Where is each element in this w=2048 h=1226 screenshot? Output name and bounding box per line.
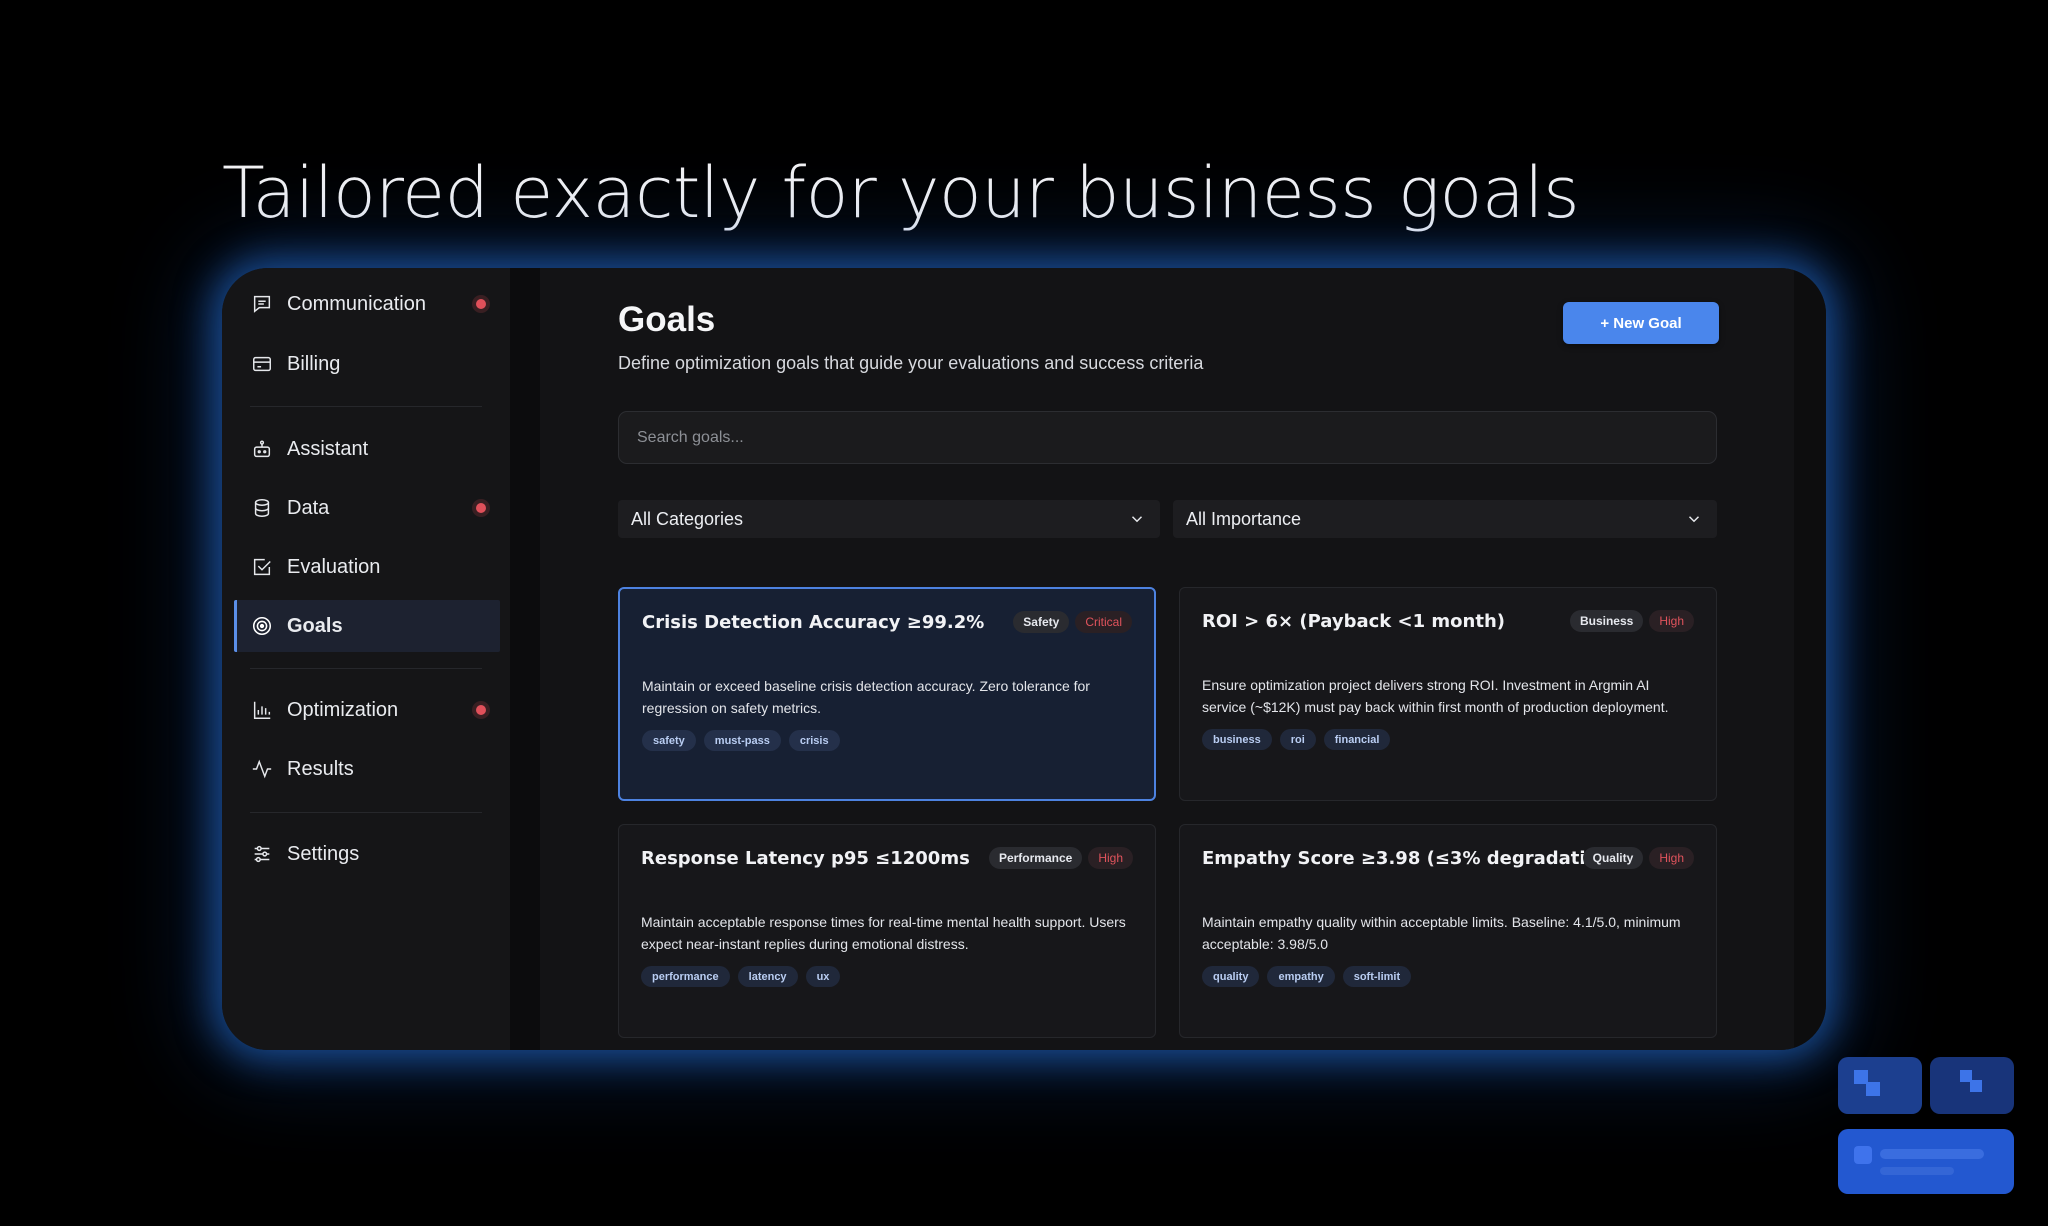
- decorative-tile: [1838, 1057, 1922, 1114]
- goal-tag: business: [1202, 729, 1272, 750]
- goal-tag: performance: [641, 966, 730, 987]
- pixel-block: [1866, 1082, 1880, 1096]
- pixel-block: [1970, 1080, 1982, 1092]
- category-badge: Quality: [1582, 847, 1644, 869]
- decorative-tile: [1838, 1129, 2014, 1194]
- importance-badge: High: [1649, 610, 1694, 632]
- goal-title: ROI > 6× (Payback <1 month): [1202, 611, 1506, 632]
- goal-tag: roi: [1279, 729, 1316, 750]
- app-window: Communication Billing Assistant Data Eva…: [222, 268, 1826, 1050]
- importance-badge: Critical: [1075, 611, 1132, 633]
- decorative-tile: [1930, 1057, 2014, 1114]
- chevron-down-icon: [1131, 516, 1143, 523]
- right-gutter: [1794, 268, 1826, 1050]
- category-badge: Performance: [988, 847, 1083, 869]
- pixel-block: [1854, 1146, 1872, 1164]
- category-select-value: All Categories: [631, 508, 744, 529]
- importance-badge: High: [1649, 847, 1694, 869]
- goal-tag: quality: [1202, 966, 1260, 987]
- category-badge: Safety: [1013, 611, 1070, 633]
- goal-description: Maintain or exceed baseline crisis detec…: [642, 678, 1090, 716]
- search-input[interactable]: Search goals...: [618, 411, 1717, 464]
- importance-select[interactable]: All Importance: [1173, 500, 1717, 538]
- chevron-down-icon: [1688, 516, 1700, 523]
- goal-tag: safety: [642, 730, 696, 751]
- search-placeholder: Search goals...: [637, 428, 744, 446]
- goal-tag: latency: [737, 966, 798, 987]
- goal-tag: financial: [1323, 729, 1391, 750]
- goal-description: Ensure optimization project delivers str…: [1202, 677, 1669, 715]
- category-select[interactable]: All Categories: [618, 500, 1160, 538]
- page-title: Goals: [618, 300, 716, 339]
- goal-tag: must-pass: [703, 730, 781, 751]
- main-content: Goals Define optimization goals that gui…: [222, 268, 1794, 1050]
- goal-card[interactable]: Crisis Detection Accuracy ≥99.2% Safety …: [618, 587, 1156, 801]
- goal-tag: soft-limit: [1342, 966, 1412, 987]
- goal-title: Empathy Score ≥3.98 (≤3% degradation): [1202, 848, 1619, 869]
- goal-title: Response Latency p95 ≤1200ms: [641, 848, 970, 869]
- category-badge: Business: [1569, 610, 1644, 632]
- goal-card[interactable]: Empathy Score ≥3.98 (≤3% degradation) Qu…: [1179, 824, 1717, 1038]
- goal-tag: ux: [805, 966, 841, 987]
- importance-select-value: All Importance: [1186, 508, 1302, 529]
- goal-card[interactable]: Response Latency p95 ≤1200ms Performance…: [618, 824, 1156, 1038]
- goal-tag: crisis: [788, 730, 840, 751]
- goal-tag: empathy: [1267, 966, 1335, 987]
- goal-description: Maintain acceptable response times for r…: [641, 914, 1126, 952]
- page-subtitle: Define optimization goals that guide you…: [618, 353, 1204, 373]
- skeleton-line: [1880, 1149, 1984, 1159]
- goal-card[interactable]: ROI > 6× (Payback <1 month) Business Hig…: [1179, 587, 1717, 801]
- skeleton-line: [1880, 1167, 1954, 1175]
- new-goal-button[interactable]: + New Goal: [1563, 302, 1719, 344]
- goal-title: Crisis Detection Accuracy ≥99.2%: [642, 612, 985, 633]
- goal-description: Maintain empathy quality within acceptab…: [1202, 914, 1681, 952]
- hero-headline: Tailored exactly for your business goals: [222, 152, 1580, 234]
- importance-badge: High: [1088, 847, 1133, 869]
